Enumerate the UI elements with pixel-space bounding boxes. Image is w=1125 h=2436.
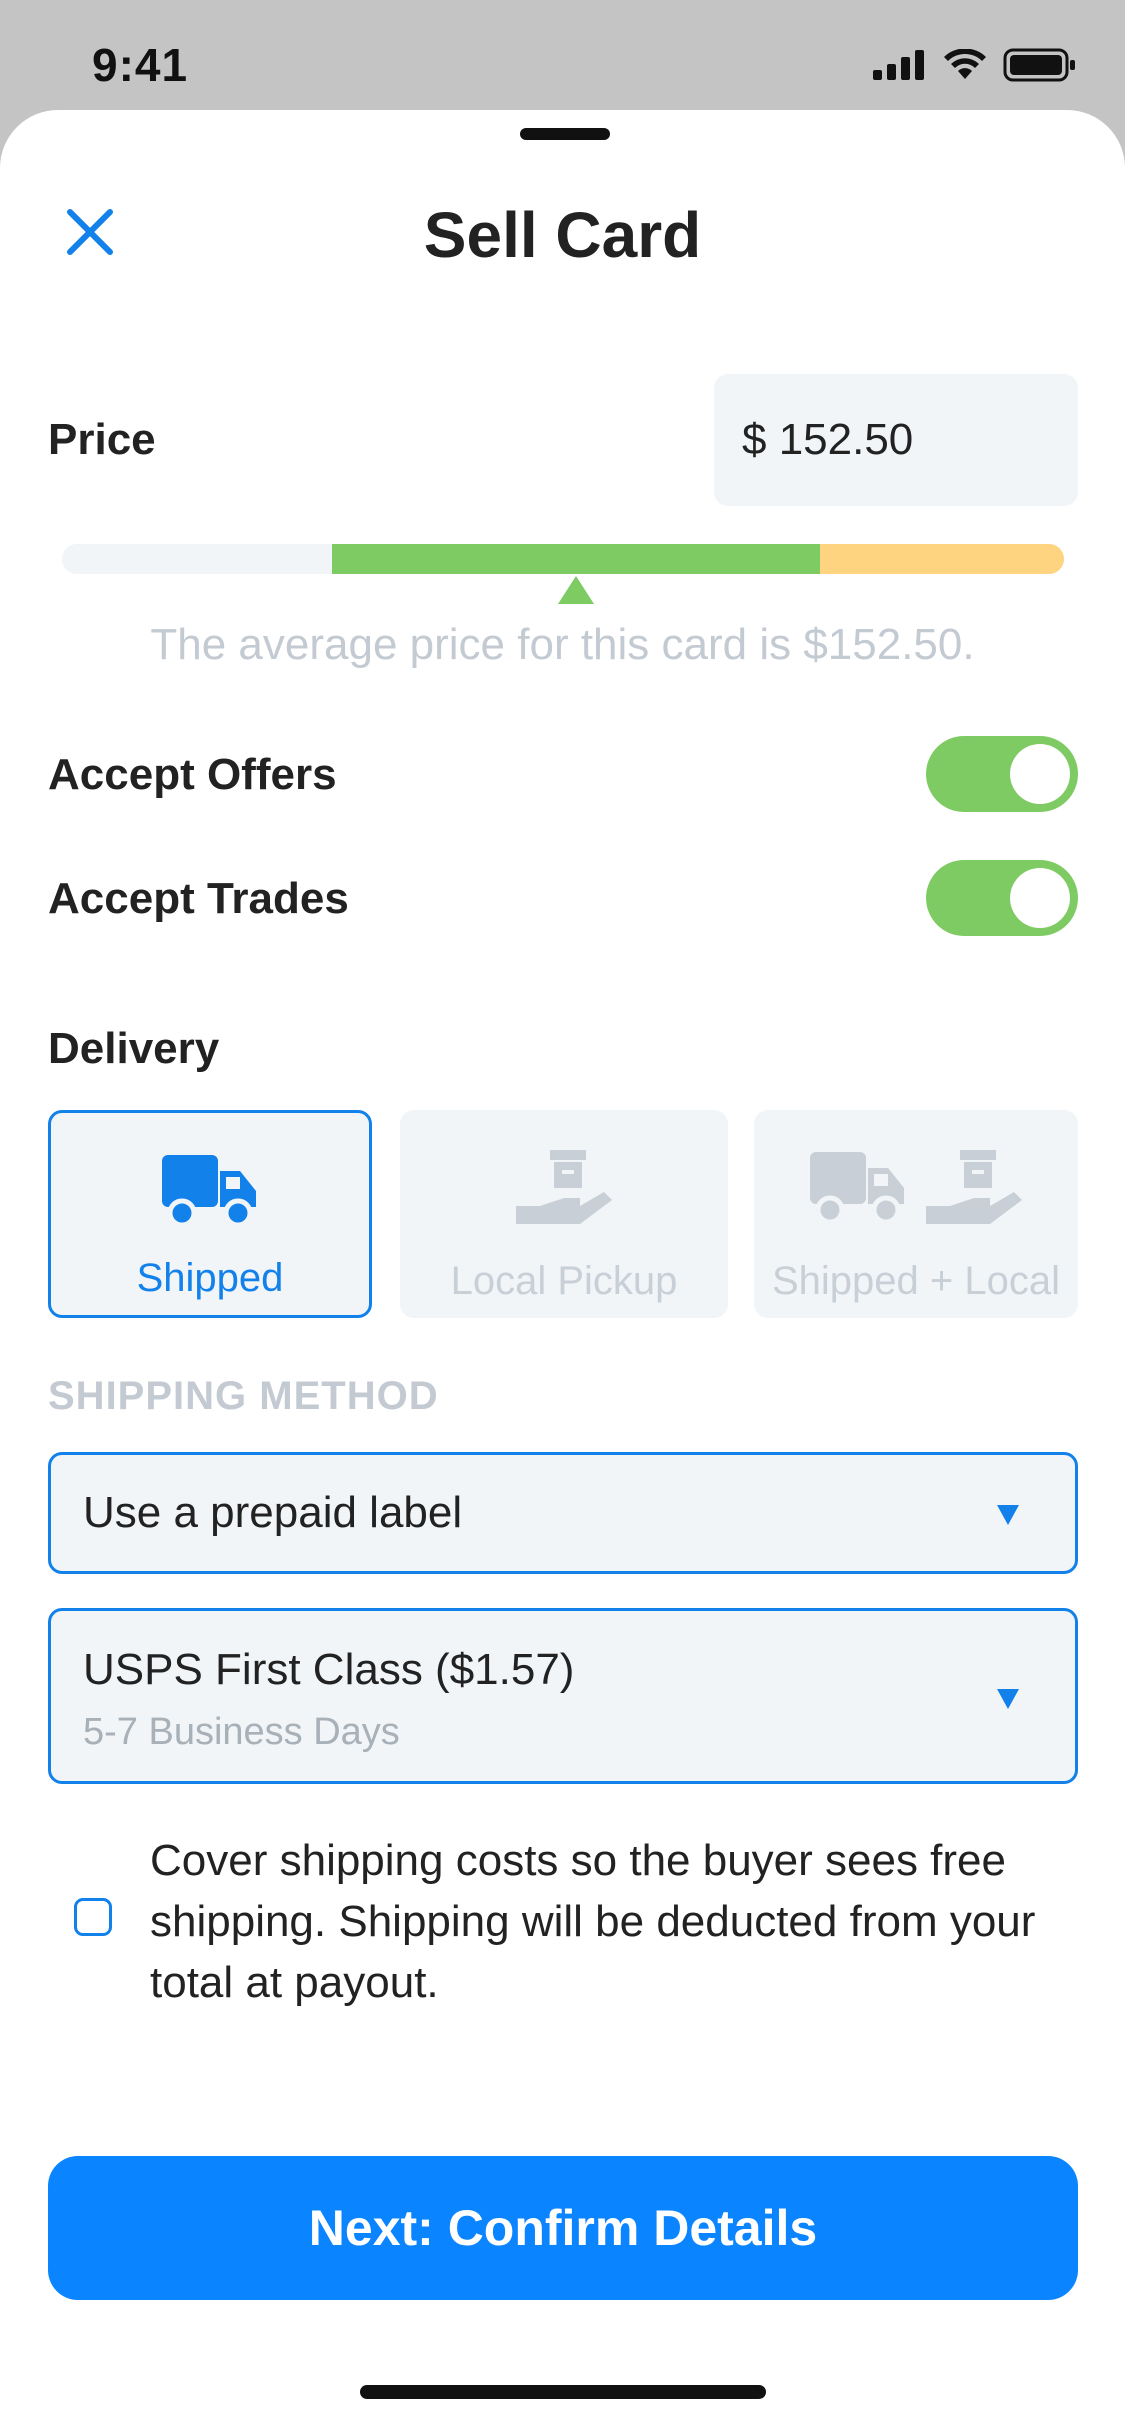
toggle-knob xyxy=(1010,744,1070,804)
truck-icon xyxy=(162,1155,256,1228)
carrier-select[interactable]: USPS First Class ($1.57) 5-7 Business Da… xyxy=(48,1608,1078,1784)
delivery-option-local-pickup[interactable]: Local Pickup xyxy=(400,1110,728,1318)
carrier-delivery-time: 5-7 Business Days xyxy=(83,1711,400,1753)
label-type-select[interactable]: Use a prepaid label xyxy=(48,1452,1078,1574)
sheet-grabber[interactable] xyxy=(520,128,610,140)
cover-shipping-checkbox[interactable] xyxy=(74,1898,112,1936)
price-marker xyxy=(558,576,594,604)
status-time: 9:41 xyxy=(92,39,189,91)
price-range-bar xyxy=(62,544,1064,574)
price-label: Price xyxy=(48,415,156,464)
chevron-down-icon xyxy=(997,1505,1019,1525)
chevron-down-icon xyxy=(997,1689,1019,1709)
accept-offers-label: Accept Offers xyxy=(48,750,337,799)
home-indicator xyxy=(360,2385,766,2399)
range-average-segment xyxy=(332,544,820,574)
delivery-option-label: Shipped + Local xyxy=(771,1259,1060,1303)
cellular-signal-icon xyxy=(873,50,924,80)
page-title: Sell Card xyxy=(423,199,702,271)
delivery-option-shipped-local[interactable]: Shipped + Local xyxy=(754,1110,1078,1318)
accept-trades-label: Accept Trades xyxy=(48,874,349,923)
delivery-option-shipped[interactable]: Shipped xyxy=(48,1110,372,1318)
delivery-option-label: Local Pickup xyxy=(450,1259,678,1303)
delivery-label: Delivery xyxy=(48,1024,220,1073)
wifi-icon xyxy=(944,49,986,79)
truck-icon xyxy=(810,1152,904,1225)
price-input[interactable]: $ 152.50 xyxy=(714,374,1078,506)
label-type-value: Use a prepaid label xyxy=(83,1488,463,1537)
toggle-knob xyxy=(1010,868,1070,928)
accept-trades-toggle[interactable] xyxy=(926,860,1078,936)
cover-shipping-text: Cover shipping costs so the buyer sees f… xyxy=(150,1836,1036,2007)
hand-box-icon xyxy=(516,1150,612,1224)
accept-offers-toggle[interactable] xyxy=(926,736,1078,812)
sell-card-sheet: Sell Card Price $ 152.50 The average pri… xyxy=(0,110,1125,2436)
average-price-note: The average price for this card is $152.… xyxy=(150,620,975,669)
status-bar: 9:41 xyxy=(0,0,1125,110)
confirm-details-button[interactable]: Next: Confirm Details xyxy=(48,2156,1078,2300)
delivery-option-label: Shipped xyxy=(136,1256,284,1300)
hand-box-icon xyxy=(926,1150,1022,1224)
status-icons xyxy=(873,48,1077,82)
range-high-segment xyxy=(820,544,1064,574)
battery-icon xyxy=(1003,48,1075,82)
range-low-segment xyxy=(62,544,332,574)
shipping-method-heading: SHIPPING METHOD xyxy=(48,1374,439,1418)
carrier-value: USPS First Class ($1.57) xyxy=(83,1645,575,1694)
